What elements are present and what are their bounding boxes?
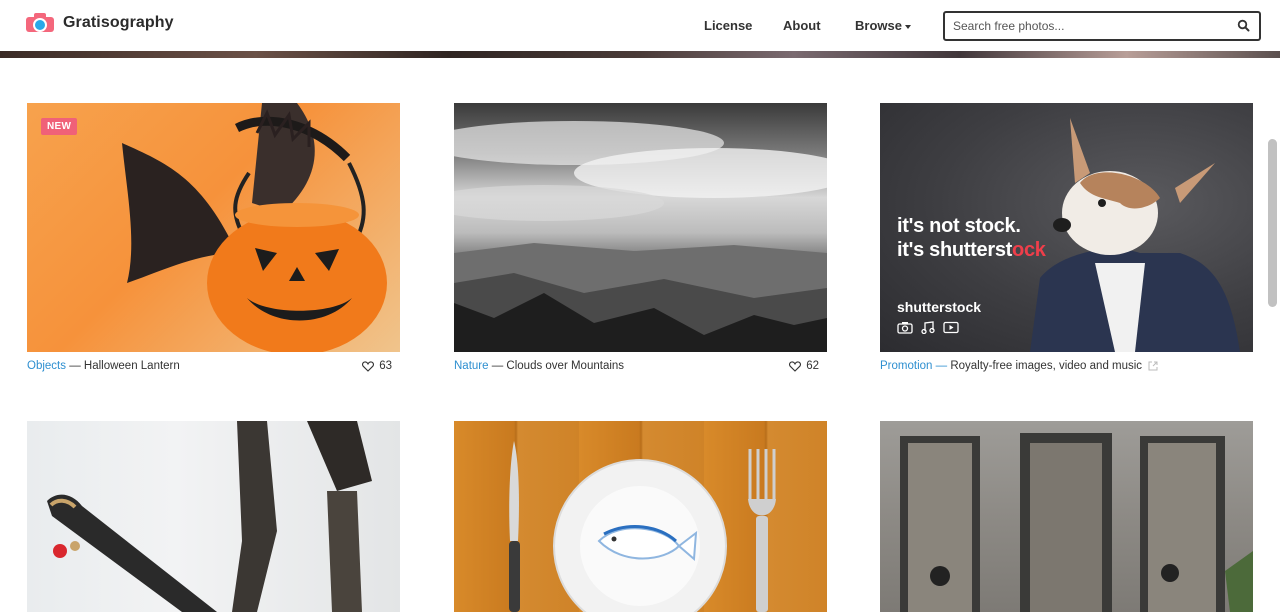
scrollbar-thumb[interactable] xyxy=(1268,139,1277,307)
photo-clouds-over-mountains[interactable] xyxy=(454,103,827,352)
doors-illustration xyxy=(900,433,1253,612)
photo-halloween-lantern[interactable]: NEW xyxy=(27,103,400,352)
like-button[interactable]: 63 xyxy=(362,360,392,372)
promo-title[interactable]: Royalty-free images, video and music xyxy=(950,360,1142,372)
promo-headline-1: it's not stock. xyxy=(897,215,1021,237)
photo-caption: Nature — Clouds over Mountains xyxy=(454,360,827,372)
mountains-illustration xyxy=(454,121,827,352)
category-link[interactable]: Objects xyxy=(27,360,66,372)
promo-card: it's not stock. it's shutterstock shutte… xyxy=(880,103,1253,372)
photo-card: NEW Objects — Halloween Lantern 63 xyxy=(27,103,400,372)
category-link[interactable]: Nature xyxy=(454,360,489,372)
nav-license[interactable]: License xyxy=(704,18,752,33)
like-button[interactable]: 62 xyxy=(789,360,819,372)
promo-headline-2: it's shutterstock xyxy=(897,239,1046,262)
camera-icon xyxy=(897,322,913,334)
photo-old-doors[interactable] xyxy=(880,421,1253,612)
photo-card: Nature — Clouds over Mountains 62 xyxy=(454,103,827,372)
photo-card xyxy=(880,421,1253,612)
heart-icon xyxy=(362,360,375,372)
nav-browse[interactable]: Browse xyxy=(855,18,911,33)
camera-logo-icon xyxy=(26,12,54,34)
site-header: Gratisography License About Browse xyxy=(0,0,1280,51)
caption-separator: — xyxy=(488,360,507,372)
music-icon xyxy=(921,321,935,334)
skate-illustration xyxy=(47,421,372,612)
heart-icon xyxy=(789,360,802,372)
photo-skateboard-statue[interactable] xyxy=(27,421,400,612)
photo-card xyxy=(454,421,827,612)
video-icon xyxy=(943,321,959,334)
search-icon[interactable] xyxy=(1237,19,1251,33)
brand-name: Gratisography xyxy=(63,14,174,31)
promo-banner[interactable]: it's not stock. it's shutterstock shutte… xyxy=(880,103,1253,352)
search-box xyxy=(943,11,1261,41)
photo-caption: Promotion — Royalty-free images, video a… xyxy=(880,360,1253,372)
caption-separator: — xyxy=(66,360,84,372)
promo-headline-2a: it's shutterst xyxy=(897,239,1013,261)
nav-about[interactable]: About xyxy=(783,18,821,33)
chevron-down-icon xyxy=(904,24,911,29)
photo-card xyxy=(27,421,400,612)
promo-headline-2c: ck xyxy=(1023,239,1046,261)
hero-image-strip xyxy=(0,51,1280,58)
brand-link[interactable]: Gratisography xyxy=(26,12,174,34)
photo-fish-plate[interactable] xyxy=(454,421,827,612)
halloween-illustration xyxy=(122,103,387,352)
category-link[interactable]: Promotion xyxy=(880,360,932,372)
promo-headline-2b: o xyxy=(1012,239,1024,261)
new-badge: NEW xyxy=(41,118,78,135)
like-count: 63 xyxy=(379,360,392,372)
search-input[interactable] xyxy=(953,17,1223,35)
photo-title[interactable]: Clouds over Mountains xyxy=(506,360,624,372)
photo-caption: Objects — Halloween Lantern xyxy=(27,360,400,372)
promo-brand-logo: shutterstock xyxy=(897,299,982,315)
promo-media-icons xyxy=(897,321,959,334)
external-link-icon xyxy=(1148,361,1158,371)
like-count: 62 xyxy=(806,360,819,372)
nav-browse-label: Browse xyxy=(855,18,902,33)
plate-illustration xyxy=(509,441,776,612)
caption-separator: — xyxy=(932,360,951,372)
photo-title[interactable]: Halloween Lantern xyxy=(84,360,180,372)
